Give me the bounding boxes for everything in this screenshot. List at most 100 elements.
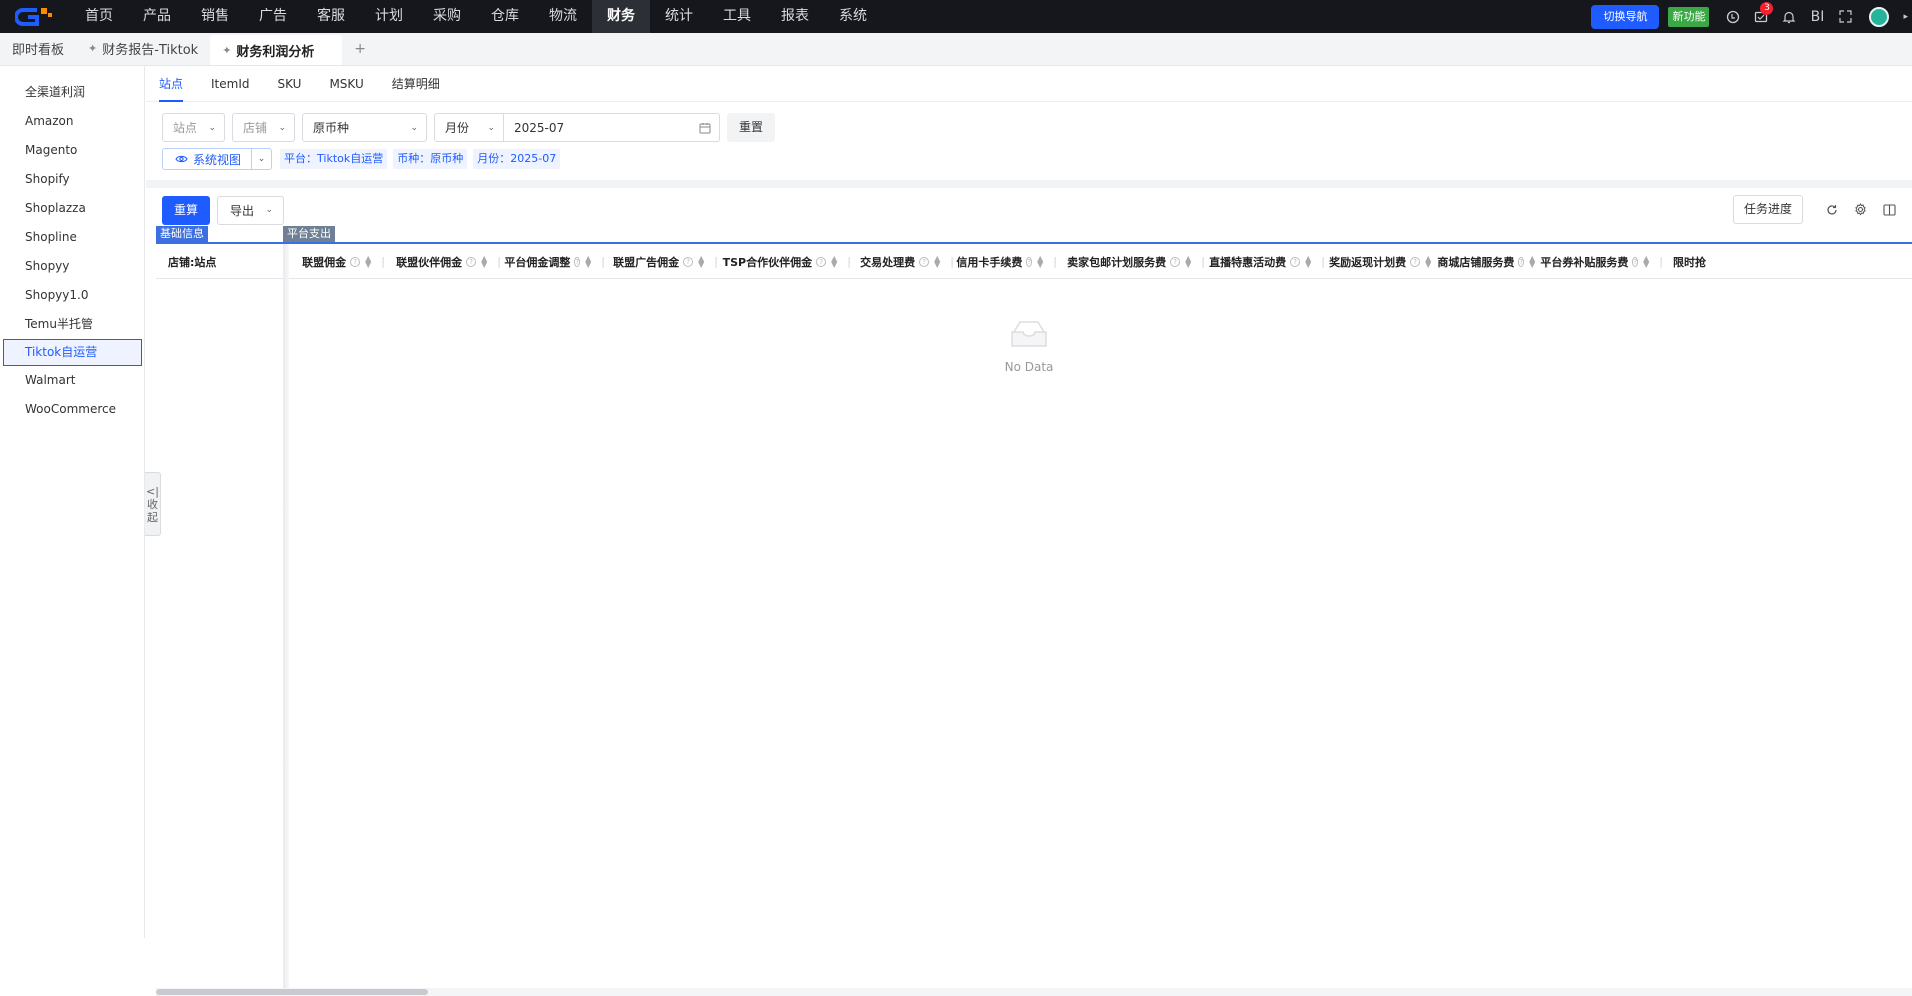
sort-icon[interactable]: ▲ ▼ — [1037, 254, 1043, 268]
column-divider[interactable]: | — [714, 255, 718, 268]
help-icon[interactable]: ? — [466, 256, 477, 267]
column-header-10[interactable]: 商城店铺服务费? ▲ ▼ | — [1437, 244, 1553, 279]
sidebar-item-10[interactable]: Walmart — [0, 366, 144, 395]
column-header-12[interactable]: 限时抢 — [1667, 244, 1727, 279]
page-tab-finance-report[interactable]: ✦ 财务报告-Tiktok — [76, 32, 210, 65]
site-select[interactable]: 站点 ⌄ — [162, 113, 225, 142]
scrollbar-thumb[interactable] — [156, 989, 428, 995]
switch-nav-button[interactable]: 切换导航 — [1591, 4, 1660, 29]
help-icon[interactable]: ? — [816, 256, 827, 267]
sort-icon[interactable]: ▲ ▼ — [1529, 254, 1535, 268]
sidebar-item-1[interactable]: Amazon — [0, 107, 144, 136]
view-dropdown-button[interactable]: ⌄ — [252, 148, 273, 170]
app-logo[interactable] — [0, 0, 70, 33]
currency-select[interactable]: 原币种 ⌄ — [302, 113, 427, 142]
nav-item-6[interactable]: 采购 — [418, 0, 476, 33]
nav-item-3[interactable]: 广告 — [244, 0, 302, 33]
sort-icon[interactable]: ▲ ▼ — [831, 254, 837, 268]
dimension-tab-0[interactable]: 站点 — [159, 66, 184, 102]
sidebar-item-4[interactable]: Shoplazza — [0, 194, 144, 223]
help-icon[interactable]: ? — [1290, 256, 1301, 267]
dimension-tab-4[interactable]: 结算明细 — [392, 66, 440, 102]
system-view-button[interactable]: 系统视图 — [162, 148, 253, 170]
sidebar-item-5[interactable]: Shopline — [0, 223, 144, 252]
column-header-9[interactable]: 奖励返现计划费? ▲ ▼ | — [1329, 244, 1449, 279]
nav-item-7[interactable]: 仓库 — [476, 0, 534, 33]
period-type-select[interactable]: 月份 ⌄ — [434, 113, 504, 142]
sidebar-item-8[interactable]: Temu半托管 — [0, 310, 144, 339]
sidebar-item-11[interactable]: WooCommerce — [0, 395, 144, 424]
store-select[interactable]: 店铺 ⌄ — [232, 113, 295, 142]
column-header-3[interactable]: 联盟广告佣金? ▲ ▼ | — [609, 244, 722, 279]
nav-item-0[interactable]: 首页 — [70, 0, 128, 33]
sort-icon[interactable]: ▲ ▼ — [698, 254, 704, 268]
sidebar-item-9[interactable]: Tiktok自运营 — [3, 339, 142, 366]
column-header-11[interactable]: 平台券补贴服务费? ▲ ▼ | — [1540, 244, 1667, 279]
column-divider[interactable]: | — [1201, 255, 1205, 268]
export-button[interactable]: 导出 ⌄ — [217, 195, 285, 225]
nav-item-5[interactable]: 计划 — [360, 0, 418, 33]
nav-item-1[interactable]: 产品 — [128, 0, 186, 33]
page-tab-profit-analysis[interactable]: ✦ 财务利润分析 — [210, 35, 343, 65]
help-icon[interactable]: ? — [919, 256, 930, 267]
help-icon[interactable]: ? — [683, 256, 694, 267]
dimension-tab-1[interactable]: ItemId — [211, 66, 249, 102]
column-divider[interactable]: | — [1321, 255, 1325, 268]
help-icon[interactable]: ? — [1410, 256, 1421, 267]
task-progress-button[interactable]: 任务进度 — [1732, 195, 1803, 224]
bi-icon[interactable]: BI — [1803, 0, 1831, 33]
page-tab-dashboard[interactable]: 即时看板 — [0, 32, 76, 65]
avatar[interactable] — [1869, 6, 1890, 27]
column-header-4[interactable]: TSP合作伙伴佣金? ▲ ▼ | — [722, 244, 855, 279]
sort-icon[interactable]: ▲ ▼ — [1643, 254, 1649, 268]
sidebar-item-7[interactable]: Shopyy1.0 — [0, 281, 144, 310]
nav-item-2[interactable]: 销售 — [186, 0, 244, 33]
help-icon[interactable]: ? — [350, 256, 361, 267]
sort-icon[interactable]: ▲ ▼ — [585, 254, 591, 268]
help-icon[interactable]: ? — [1632, 256, 1639, 267]
column-divider[interactable]: | — [497, 255, 501, 268]
help-icon[interactable]: ? — [1026, 256, 1033, 267]
sidebar-item-0[interactable]: 全渠道利润 — [0, 78, 144, 107]
help-icon[interactable]: ? — [574, 256, 581, 267]
nav-item-11[interactable]: 工具 — [708, 0, 766, 33]
settings-icon[interactable] — [1846, 195, 1875, 224]
refresh-icon[interactable] — [1817, 195, 1846, 224]
sort-icon[interactable]: ▲ ▼ — [481, 254, 487, 268]
sort-icon[interactable]: ▲ ▼ — [1305, 254, 1311, 268]
nav-item-12[interactable]: 报表 — [766, 0, 824, 33]
sort-icon[interactable]: ▲ ▼ — [1425, 254, 1431, 268]
column-header-0[interactable]: 联盟佣金? ▲ ▼ | — [283, 244, 389, 279]
column-header-2[interactable]: 平台佣金调整? ▲ ▼ | — [504, 244, 609, 279]
sidebar-item-6[interactable]: Shopyy — [0, 252, 144, 281]
add-tab-button[interactable]: + — [342, 32, 378, 65]
sort-icon[interactable]: ▲ ▼ — [1185, 254, 1191, 268]
column-divider[interactable]: | — [601, 255, 605, 268]
task-icon[interactable]: 3 — [1747, 0, 1775, 33]
nav-item-13[interactable]: 系统 — [824, 0, 882, 33]
nav-item-9[interactable]: 财务 — [592, 0, 650, 33]
caret-right-icon[interactable]: ▸ — [1903, 12, 1908, 22]
dimension-tab-2[interactable]: SKU — [278, 66, 302, 102]
help-icon[interactable]: ? — [1170, 256, 1181, 267]
column-divider[interactable]: | — [381, 255, 385, 268]
column-divider[interactable]: | — [1659, 255, 1663, 268]
new-feature-button[interactable]: 新功能 — [1668, 6, 1710, 27]
columns-icon[interactable] — [1875, 195, 1904, 224]
column-divider[interactable]: | — [1053, 255, 1057, 268]
nav-item-10[interactable]: 统计 — [650, 0, 708, 33]
column-header-8[interactable]: 直播特惠活动费? ▲ ▼ | — [1209, 244, 1329, 279]
dimension-tab-3[interactable]: MSKU — [329, 66, 363, 102]
nav-item-4[interactable]: 客服 — [302, 0, 360, 33]
column-header-store-site[interactable]: 店铺:站点 — [156, 244, 283, 279]
recalculate-button[interactable]: 重算 — [162, 195, 211, 225]
reset-button[interactable]: 重置 — [727, 113, 776, 142]
sort-icon[interactable]: ▲ ▼ — [365, 254, 371, 268]
sidebar-item-3[interactable]: Shopify — [0, 165, 144, 194]
column-header-5[interactable]: 交易处理费? ▲ ▼ | — [855, 244, 958, 279]
sidebar-item-2[interactable]: Magento — [0, 136, 144, 165]
horizontal-scrollbar[interactable] — [156, 988, 1912, 996]
nav-item-8[interactable]: 物流 — [534, 0, 592, 33]
column-header-7[interactable]: 卖家包邮计划服务费? ▲ ▼ | — [1061, 244, 1209, 279]
month-picker[interactable]: 2025-07 — [504, 113, 720, 142]
